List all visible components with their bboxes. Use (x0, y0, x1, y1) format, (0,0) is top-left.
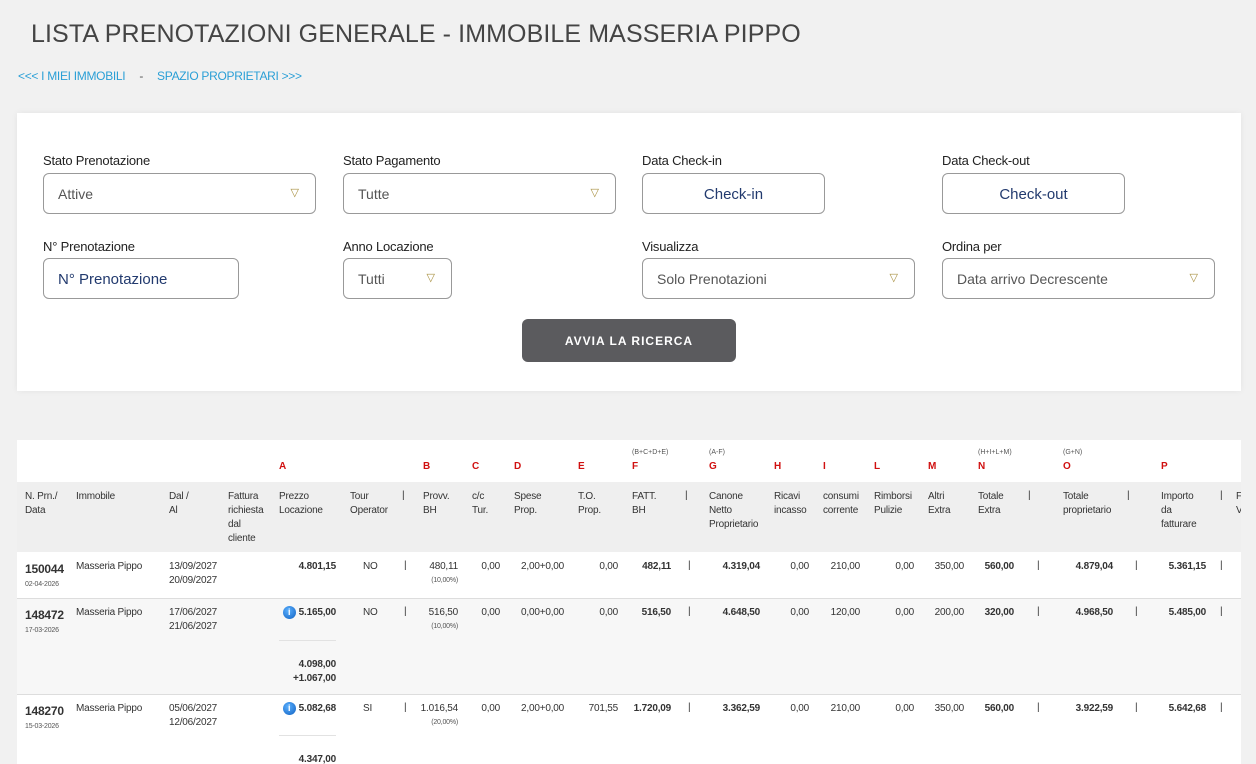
price-divider (279, 735, 336, 736)
checkin-input[interactable]: Check-in (642, 173, 825, 214)
label-visualizza: Visualizza (642, 239, 699, 254)
header-fattura: Fattura richiesta dal cliente (228, 491, 264, 544)
link-owner-area[interactable]: SPAZIO PROPRIETARI >>> (157, 69, 302, 83)
header-consumi: consumi corrente (823, 491, 859, 516)
link-my-properties[interactable]: <<< I MIEI IMMOBILI (18, 69, 126, 83)
header-divider: | (1028, 490, 1031, 501)
info-icon[interactable]: i (282, 702, 296, 715)
header-prezzo: Prezzo Locazione (279, 491, 323, 516)
col-letter-b: B (423, 461, 431, 472)
dropdown-arrow-icon: ▽ (290, 187, 299, 199)
header-dal-al: Dal / Al (169, 491, 189, 516)
col-letter-a: A (279, 461, 287, 472)
header-divider: | (685, 490, 688, 501)
col-letter-m: M (928, 461, 937, 472)
col-letter-p: P (1161, 461, 1168, 472)
header-provv: Provv. BH (423, 491, 450, 516)
header-altri: Altri Extra (928, 491, 951, 516)
row-divider (17, 694, 1241, 695)
col-letter-g: G (709, 461, 717, 472)
table-header (17, 482, 1241, 552)
col-letter-i: I (823, 461, 826, 472)
label-checkin: Data Check-in (642, 153, 722, 168)
breadcrumb: <<< I MIEI IMMOBILI - SPAZIO PROPRIETARI >… (18, 69, 302, 83)
header-spese: Spese Prop. (514, 491, 542, 516)
select-ordina[interactable]: Data arrivo Decrescente ▽ (942, 258, 1215, 299)
header-divider: | (1127, 490, 1130, 501)
header-immobile: Immobile (76, 491, 115, 502)
header-importo: Importo da fatturare (1161, 491, 1197, 530)
select-stato-prenotazione[interactable]: Attive ▽ (43, 173, 316, 214)
bookings-table: (B+C+D+E) (A-F) (H+I+L+M) (G+N) A B C D … (17, 440, 1241, 764)
label-stato-prenotazione: Stato Prenotazione (43, 153, 150, 168)
info-icon[interactable]: i (282, 606, 296, 619)
dropdown-arrow-icon: ▽ (590, 187, 599, 199)
price-divider (279, 640, 336, 641)
header-canone: Canone Netto Proprietario (709, 491, 759, 530)
label-checkout: Data Check-out (942, 153, 1030, 168)
header-ricavi: Ricavi incasso (774, 491, 807, 516)
col-letter-n: N (978, 461, 986, 472)
label-ordina: Ordina per (942, 239, 1002, 254)
col-letter-o: O (1063, 461, 1071, 472)
header-fatt: FATT. BH (632, 491, 657, 516)
page-title: LISTA PRENOTAZIONI GENERALE - IMMOBILE M… (31, 20, 801, 48)
header-divider: | (1220, 490, 1223, 501)
col-letter-f: F (632, 461, 639, 472)
checkout-input[interactable]: Check-out (942, 173, 1125, 214)
col-letter-e: E (578, 461, 585, 472)
header-divider: | (402, 490, 405, 501)
col-letter-d: D (514, 461, 522, 472)
label-anno-locazione: Anno Locazione (343, 239, 434, 254)
dropdown-arrow-icon: ▽ (1189, 272, 1198, 284)
header-rimborsi: Rimborsi Pulizie (874, 491, 912, 516)
col-letter-l: L (874, 461, 881, 472)
filter-panel: Stato Prenotazione Attive ▽ Stato Pagamen… (17, 113, 1241, 391)
select-anno-locazione[interactable]: Tutti ▽ (343, 258, 452, 299)
col-letter-h: H (774, 461, 782, 472)
search-button[interactable]: AVVIA LA RICERCA (522, 319, 736, 362)
select-visualizza[interactable]: Solo Prenotazioni ▽ (642, 258, 915, 299)
header-totprop: Totale proprietario (1063, 491, 1112, 516)
dropdown-arrow-icon: ▽ (889, 272, 898, 284)
col-letter-c: C (472, 461, 480, 472)
header-tour: Tour Operator (350, 491, 388, 516)
formula-o: (G+N) (1063, 449, 1083, 456)
header-totextra: Totale Extra (978, 491, 1004, 516)
header-cc: c/c Tur. (472, 491, 489, 516)
header-nprn: N. Prn./Data (25, 491, 58, 516)
formula-n: (H+I+L+M) (978, 449, 1012, 456)
label-n-prenotazione: N° Prenotazione (43, 239, 135, 254)
link-separator: - (139, 69, 144, 83)
label-stato-pagamento: Stato Pagamento (343, 153, 441, 168)
formula-f: (B+C+D+E) (632, 449, 669, 456)
dropdown-arrow-icon: ▽ (426, 272, 435, 284)
n-prenotazione-input[interactable]: N° Prenotazione (43, 258, 239, 299)
formula-g: (A-F) (709, 449, 725, 456)
header-cut: FV (1236, 491, 1241, 516)
select-stato-pagamento[interactable]: Tutte ▽ (343, 173, 616, 214)
header-to: T.O. Prop. (578, 491, 601, 516)
